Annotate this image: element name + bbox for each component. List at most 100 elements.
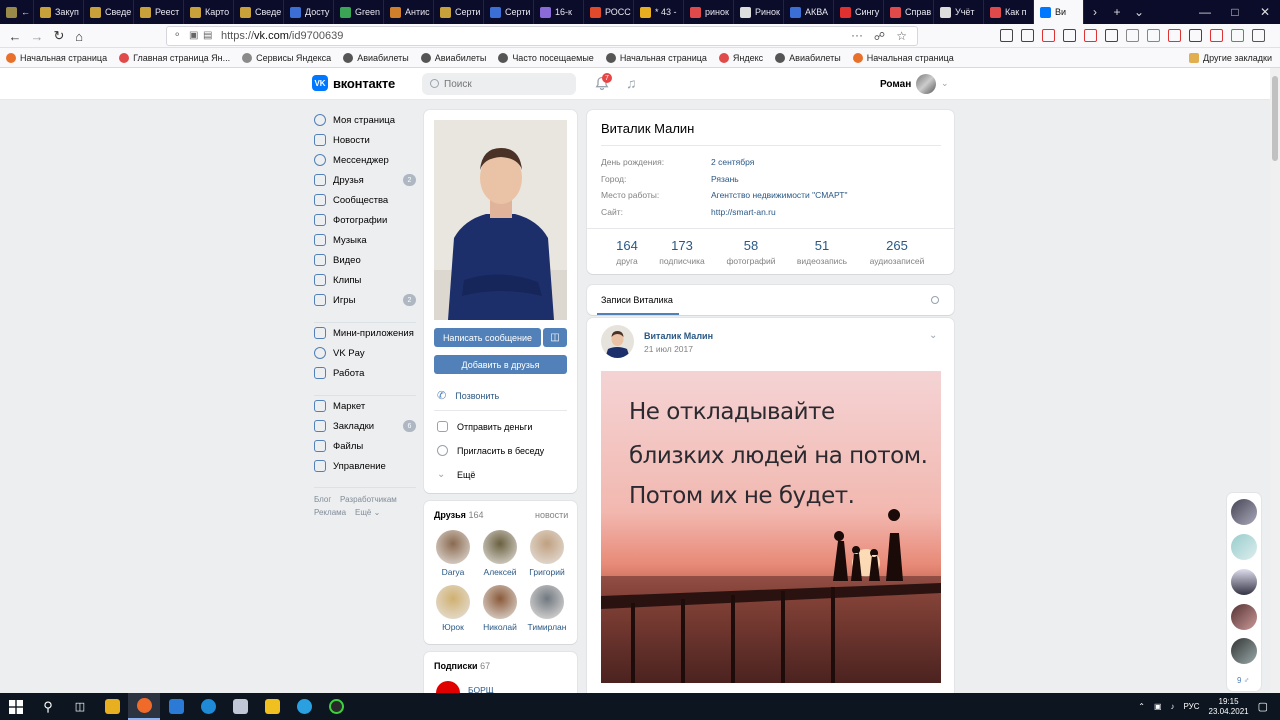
chevron-down-icon[interactable]: ⌄	[929, 330, 937, 341]
chevron-up-icon[interactable]: ⌃	[1138, 702, 1145, 711]
friend-item[interactable]: Алексей	[480, 530, 520, 577]
friend-item[interactable]: Григорий	[527, 530, 567, 577]
footer-devs[interactable]: Разработчикам	[340, 495, 397, 504]
profile-stat[interactable]: 265 аудиозаписей	[862, 238, 932, 266]
info-value[interactable]: 2 сентября	[711, 157, 754, 167]
menu-item[interactable]: Маркет	[314, 397, 416, 415]
start-button[interactable]	[0, 693, 32, 720]
bookmark-item[interactable]: Начальная страница	[605, 52, 707, 63]
taskbar-edge[interactable]	[192, 693, 224, 720]
new-tab-icon[interactable]: +	[1106, 0, 1128, 24]
menu-item[interactable]: Клипы	[314, 271, 416, 289]
menu-item[interactable]: Видео	[314, 251, 416, 269]
bookmark-star-icon[interactable]: ☆	[896, 29, 907, 43]
browser-tab[interactable]: 16-к	[534, 0, 584, 24]
bookmark-item[interactable]: Авиабилеты	[775, 52, 841, 63]
maximize-icon[interactable]: □	[1220, 0, 1250, 24]
page-actions-icon[interactable]: ···	[851, 28, 863, 42]
browser-tab[interactable]: Сингу	[834, 0, 884, 24]
browser-tab[interactable]: Досту	[284, 0, 334, 24]
menu-icon[interactable]	[1252, 29, 1265, 42]
chat-avatar[interactable]	[1231, 569, 1257, 595]
friend-item[interactable]: Николай	[480, 585, 520, 632]
taskbar-telegram[interactable]	[288, 693, 320, 720]
chat-avatar[interactable]	[1231, 499, 1257, 525]
post-date[interactable]: 21 июл 2017	[644, 344, 693, 354]
taskbar-explorer[interactable]	[96, 693, 128, 720]
grid-icon[interactable]	[1189, 29, 1202, 42]
menu-item[interactable]: Закладки 6	[314, 417, 416, 435]
reload-icon[interactable]: ↻	[50, 27, 68, 45]
menu-item[interactable]: Моя страница	[314, 111, 416, 129]
footer-ads[interactable]: Реклама	[314, 508, 346, 517]
info-value[interactable]: Рязань	[711, 174, 739, 184]
gift-button[interactable]: ◫	[543, 328, 567, 347]
clock[interactable]: 19:15 23.04.2021	[1209, 697, 1249, 717]
footer-more[interactable]: Ещё ⌄	[355, 508, 380, 517]
bookmark-item[interactable]: Часто посещаемые	[498, 52, 594, 63]
browser-tab[interactable]: ← нь	[0, 0, 34, 24]
profile-stat[interactable]: 58 фотографий	[716, 238, 786, 266]
flash-icon[interactable]	[1042, 29, 1055, 42]
notifications-icon[interactable]: ▢	[1258, 700, 1268, 713]
sidebar-icon[interactable]	[1063, 29, 1076, 42]
vpn-icon[interactable]	[1147, 29, 1160, 42]
chat-count[interactable]: 9 ♂	[1237, 676, 1250, 685]
block-icon[interactable]	[1168, 29, 1181, 42]
forward-icon[interactable]: →	[28, 27, 46, 45]
browser-tab[interactable]: Карто	[184, 0, 234, 24]
menu-item[interactable]: Фотографии	[314, 211, 416, 229]
browser-tab[interactable]: АКВА	[784, 0, 834, 24]
browser-tab[interactable]: Серти	[434, 0, 484, 24]
browser-tab[interactable]: ринок	[684, 0, 734, 24]
browser-tab-active[interactable]: Ви	[1034, 0, 1084, 24]
library-icon[interactable]	[1021, 29, 1034, 42]
other-bookmarks[interactable]: Другие закладки	[1189, 53, 1272, 63]
profile-photo[interactable]	[434, 120, 567, 320]
page-scrollbar[interactable]	[1270, 68, 1280, 693]
call-action[interactable]: ✆ Позвонить	[437, 389, 499, 402]
friend-item[interactable]: Юрок	[433, 585, 473, 632]
bookmark-item[interactable]: Авиабилеты	[420, 52, 486, 63]
bookmark-item[interactable]: Начальная страница	[6, 52, 107, 63]
browser-tab[interactable]: Антис	[384, 0, 434, 24]
taskbar-app[interactable]	[320, 693, 352, 720]
menu-item[interactable]: Новости	[314, 131, 416, 149]
taskbar-1c[interactable]	[256, 693, 288, 720]
profile-stat[interactable]: 51 видеозапись	[787, 238, 857, 266]
taskbar-save[interactable]	[224, 693, 256, 720]
pocket-icon[interactable]: ☍	[874, 30, 885, 43]
subscriptions-title[interactable]: Подписки 67	[434, 661, 490, 671]
info-value[interactable]: http://smart-an.ru	[711, 207, 776, 217]
post-author-avatar[interactable]	[601, 325, 634, 358]
bookmark-item[interactable]: Авиабилеты	[343, 52, 409, 63]
menu-item[interactable]: Сообщества	[314, 191, 416, 209]
chat-avatar[interactable]	[1231, 534, 1257, 560]
back-icon[interactable]: ←	[6, 27, 24, 45]
bookmark-item[interactable]: Сервисы Яндекса	[242, 52, 331, 63]
tab-list-icon[interactable]: ⌄	[1128, 0, 1150, 24]
tab-wall-posts[interactable]: Записи Виталика	[601, 295, 673, 305]
search-button[interactable]: ⚲	[32, 693, 64, 720]
post-author[interactable]: Виталик Малин	[644, 331, 713, 341]
menu-item[interactable]: VK Pay	[314, 344, 416, 362]
friend-item[interactable]: Darya	[433, 530, 473, 577]
menu-item[interactable]: Работа	[314, 364, 416, 382]
volume-icon[interactable]: ♪	[1171, 702, 1175, 711]
menu-item[interactable]: Мессенджер	[314, 151, 416, 169]
menu-item[interactable]: Файлы	[314, 437, 416, 455]
task-view-button[interactable]: ◫	[64, 693, 96, 720]
music-icon[interactable]: ♫	[626, 75, 637, 91]
tabs-scroll-icon[interactable]: ›	[1084, 0, 1106, 24]
taskbar-firefox[interactable]	[128, 693, 160, 720]
friends-news-link[interactable]: новости	[535, 510, 568, 520]
scrollbar-thumb[interactable]	[1272, 76, 1278, 161]
menu-item[interactable]: Игры 2	[314, 291, 416, 309]
friend-item[interactable]: Тимирлан	[527, 585, 567, 632]
minimize-icon[interactable]: —	[1190, 0, 1220, 24]
close-icon[interactable]: ✕	[1250, 0, 1280, 24]
taskbar-mail[interactable]	[160, 693, 192, 720]
footer-blog[interactable]: Блог	[314, 495, 331, 504]
menu-item[interactable]: Друзья 2	[314, 171, 416, 189]
browser-tab[interactable]: * 43 -	[634, 0, 684, 24]
